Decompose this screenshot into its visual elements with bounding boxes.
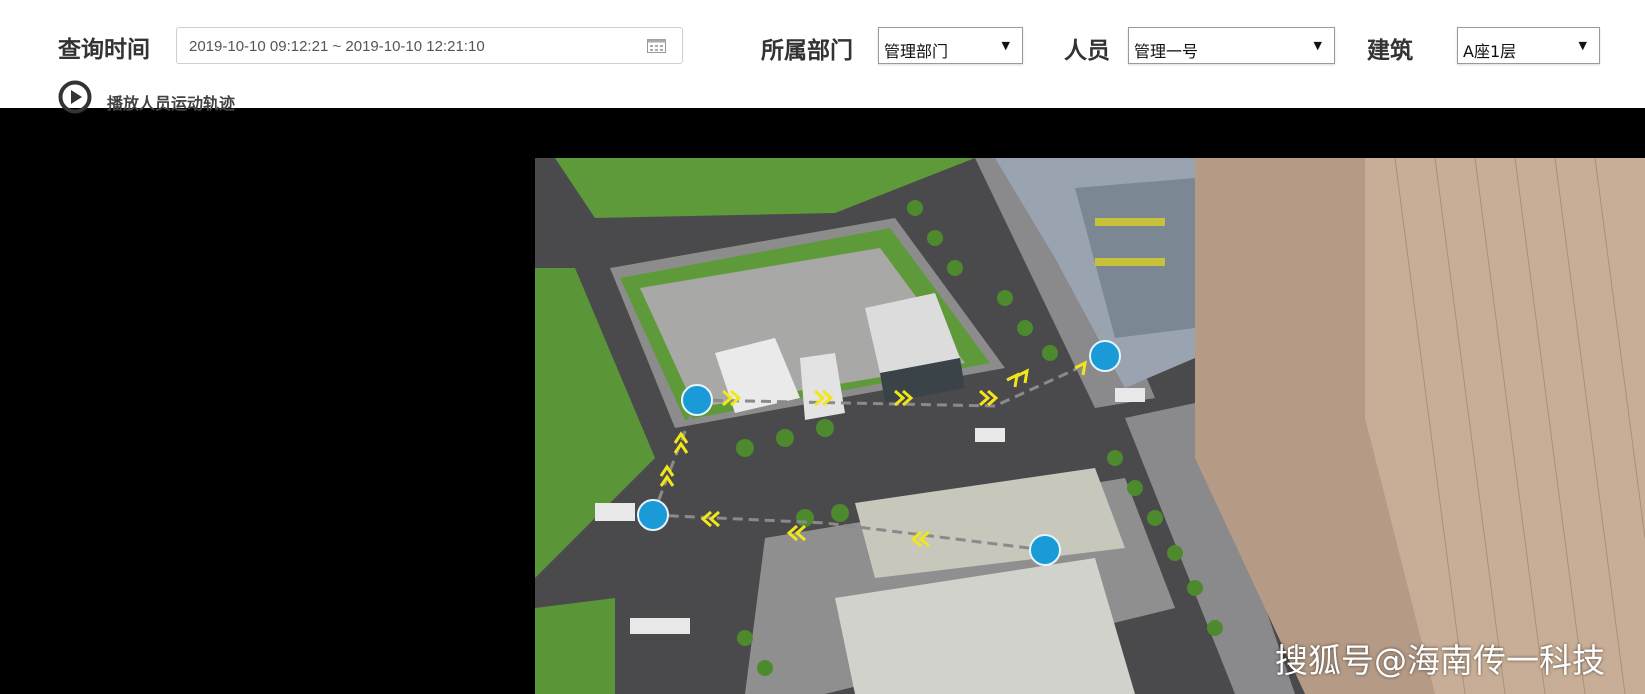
department-select[interactable]: 管理部门 ▼ [878,27,1023,64]
department-selected: 管理部门 [884,42,949,61]
triangle-down-icon: ▼ [1313,39,1322,52]
play-trajectory-label: 播放人员运动轨迹 [107,94,236,113]
building-label: 建筑 [1367,38,1413,64]
time-range-value: 2019-10-10 09:12:21 ~ 2019-10-10 12:21:1… [189,38,485,55]
person-selected: 管理一号 [1134,42,1199,61]
person-select[interactable]: 管理一号 ▼ [1128,27,1335,64]
calendar-icon[interactable] [647,38,666,53]
aerial-map-scene [535,158,1645,694]
person-label: 人员 [1064,38,1110,64]
building-selected: A座1层 [1463,42,1517,61]
map-view[interactable]: 搜狐号@海南传一科技 [535,158,1645,694]
query-time-label: 查询时间 [58,37,150,63]
triangle-down-icon: ▼ [1001,39,1010,52]
filter-toolbar: 查询时间 2019-10-10 09:12:21 ~ 2019-10-10 12… [0,0,1645,114]
play-circle-icon[interactable] [58,80,92,114]
time-range-input[interactable]: 2019-10-10 09:12:21 ~ 2019-10-10 12:21:1… [176,27,683,64]
watermark-text: 搜狐号@海南传一科技 [1275,641,1605,680]
triangle-down-icon: ▼ [1578,39,1587,52]
department-label: 所属部门 [761,38,853,64]
building-select[interactable]: A座1层 ▼ [1457,27,1600,64]
